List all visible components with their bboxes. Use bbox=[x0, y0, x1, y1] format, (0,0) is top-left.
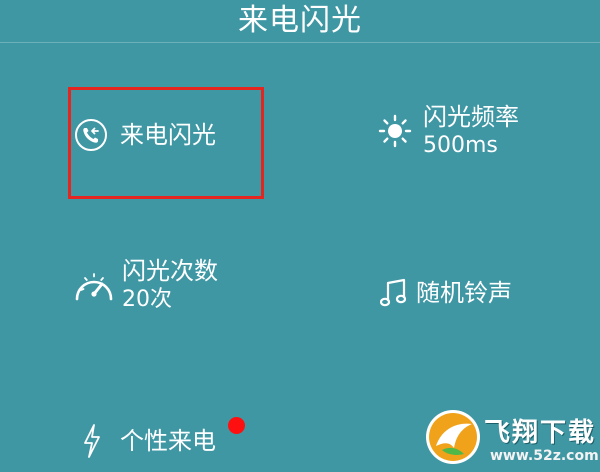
notification-dot bbox=[228, 417, 245, 434]
flash-count-label: 闪光次数 bbox=[122, 257, 218, 285]
flash-count-value: 20次 bbox=[122, 286, 172, 312]
personal-call-label: 个性来电 bbox=[120, 426, 216, 455]
page-title: 来电闪光 bbox=[238, 3, 362, 38]
flash-count-item[interactable]: 闪光次数 20次 bbox=[72, 257, 218, 313]
highlight-box bbox=[68, 87, 264, 199]
sun-icon bbox=[377, 113, 413, 149]
title-bar: 来电闪光 bbox=[0, 0, 600, 43]
music-note-icon bbox=[380, 277, 408, 309]
personal-call-item[interactable]: 个性来电 bbox=[82, 424, 216, 458]
flash-frequency-label: 闪光频率 bbox=[423, 103, 519, 131]
flash-frequency-item[interactable]: 闪光频率 500ms bbox=[377, 103, 519, 159]
gauge-icon bbox=[72, 265, 116, 305]
watermark-url: www.52z.com bbox=[490, 448, 599, 464]
watermark-logo-icon bbox=[424, 408, 482, 466]
random-ringtone-item[interactable]: 随机铃声 bbox=[380, 277, 512, 309]
lightning-icon bbox=[82, 424, 102, 458]
random-ringtone-label: 随机铃声 bbox=[416, 278, 512, 307]
flash-frequency-value: 500ms bbox=[423, 132, 498, 158]
watermark-title: 飞翔下载 bbox=[484, 418, 597, 448]
